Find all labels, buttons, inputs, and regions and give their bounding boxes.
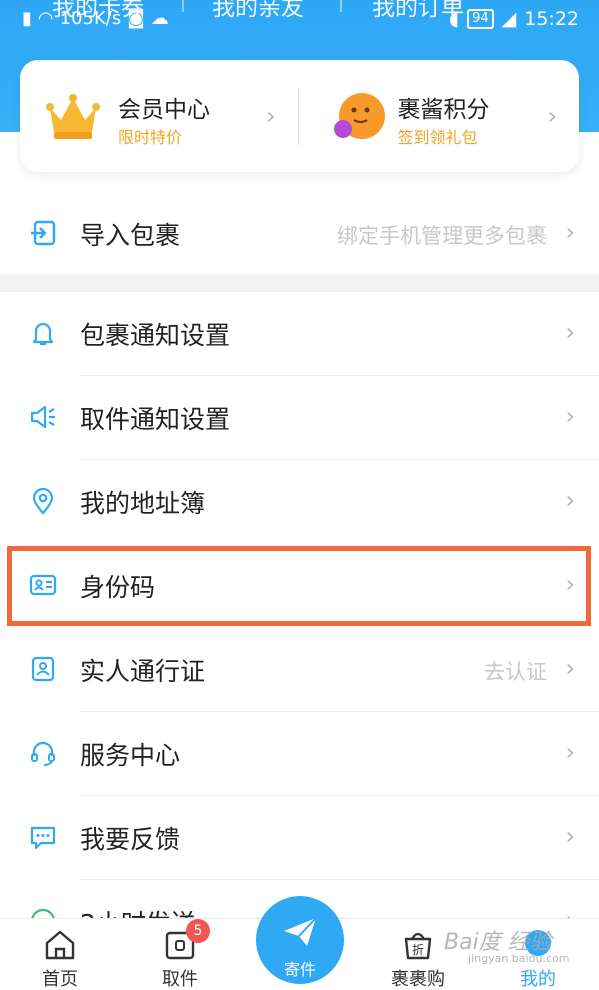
tab-family[interactable]: 我的亲友 [212, 0, 304, 22]
chevron-right-icon: › [565, 738, 575, 766]
cloud-icon: ☁ [150, 8, 169, 29]
pickup-notification-settings-row[interactable]: 取件通知设置 › [0, 376, 599, 460]
chevron-right-icon: › [565, 318, 575, 346]
pickup-badge: 5 [186, 919, 210, 943]
wifi-icon: ◠ [37, 8, 54, 29]
nav-pickup-label: 取件 [162, 969, 198, 990]
chevron-right-icon: › [266, 102, 276, 130]
svg-text:折: 折 [412, 942, 424, 957]
service-center-row[interactable]: 服务中心 › [0, 712, 599, 796]
section-divider [0, 274, 599, 292]
battery-icon: 94 [467, 9, 494, 29]
chevron-right-icon: › [547, 102, 558, 130]
row-label: 我要反馈 [80, 825, 181, 854]
crown-icon [46, 94, 100, 139]
import-packages-label: 导入包裹 [80, 221, 181, 250]
tab-divider [340, 0, 342, 12]
member-center-subtitle: 限时特价 [118, 128, 183, 147]
import-icon [31, 220, 56, 246]
clock-time: 15:22 [524, 8, 579, 30]
location-pin-icon [32, 487, 54, 515]
chat-bubble-icon [30, 826, 56, 850]
sim-icon: ▮ [22, 8, 32, 29]
send-package-label: 寄件 [283, 960, 316, 979]
package-notification-settings-row[interactable]: 包裹通知设置 › [0, 292, 599, 376]
row-label: 实人通行证 [80, 657, 206, 686]
mascot-icon [333, 93, 385, 139]
headset-icon [31, 741, 55, 766]
address-book-row[interactable]: 我的地址簿 › [0, 460, 599, 544]
send-package-button[interactable]: 寄件 [256, 896, 344, 984]
real-person-pass-row[interactable]: 实人通行证 去认证 › [0, 628, 599, 712]
points-title: 裹酱积分 [397, 97, 490, 123]
paper-plane-icon [284, 917, 317, 946]
row-label: 我的地址簿 [80, 489, 206, 518]
headphone-icon: ◖ [449, 8, 460, 30]
watermark-url: jingyan.baidu.com [468, 952, 570, 965]
import-packages-hint: 绑定手机管理更多包裹 [337, 224, 547, 248]
status-bar-right: ◖ 94 ◢ 15:22 [449, 8, 579, 30]
member-points-card: 会员中心 限时特价 › 裹酱积分 签到领礼包 › [20, 60, 579, 172]
member-center-title: 会员中心 [118, 97, 210, 123]
nav-home[interactable]: 首页 [20, 919, 100, 990]
signal-icon: ◢ [501, 8, 517, 30]
chevron-right-icon: › [565, 486, 575, 514]
verify-hint: 去认证 [484, 660, 547, 684]
person-badge-icon [31, 656, 55, 682]
feedback-row[interactable]: 我要反馈 › [0, 796, 599, 880]
app-notification-icon: ◙ [127, 8, 145, 29]
chevron-right-icon: › [565, 822, 575, 850]
tab-divider [182, 0, 184, 12]
highlight-box [7, 546, 591, 626]
shopping-bag-icon: 折 [404, 932, 432, 960]
points-entry[interactable]: 裹酱积分 签到领礼包 › [300, 60, 580, 172]
chevron-right-icon: › [565, 654, 575, 682]
chevron-right-icon: › [565, 402, 575, 430]
nav-home-label: 首页 [42, 969, 78, 990]
nav-pickup[interactable]: 5 取件 [140, 919, 220, 990]
chevron-right-icon: › [565, 218, 575, 246]
import-packages-row[interactable]: 导入包裹 绑定手机管理更多包裹 › [0, 192, 599, 276]
member-center-entry[interactable]: 会员中心 限时特价 › [20, 60, 300, 172]
home-icon [45, 930, 75, 960]
bell-icon [32, 322, 54, 346]
row-label: 包裹通知设置 [80, 321, 231, 350]
network-speed: 105K/s [59, 8, 122, 29]
row-label: 服务中心 [80, 741, 181, 770]
row-label: 取件通知设置 [80, 405, 231, 434]
nav-mine-label: 我的 [520, 969, 556, 990]
nav-shop-label: 裹裹购 [391, 969, 445, 990]
speaker-icon [30, 405, 55, 429]
status-bar-left: ▮ ◠ 105K/s ◙ ☁ [22, 8, 169, 29]
points-subtitle: 签到领礼包 [397, 128, 478, 147]
